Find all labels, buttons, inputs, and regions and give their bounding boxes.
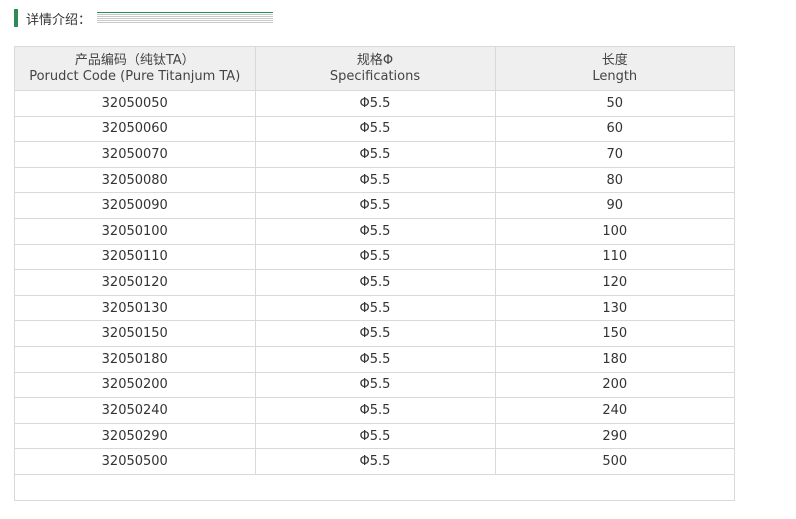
table-row: 32050070 Φ5.5 70 [15,141,734,168]
specification-cell: Φ5.5 [255,397,496,424]
specification-cell: Φ5.5 [255,192,496,219]
length-cell: 90 [495,192,734,219]
table-row: 32050180 Φ5.5 180 [15,346,734,373]
product-code-cell: 32050070 [15,141,256,168]
length-cell: 240 [495,397,734,424]
header-length-en: Length [592,68,638,84]
table-row: 32050090 Φ5.5 90 [15,192,734,219]
specification-cell: Φ5.5 [255,116,496,143]
length-cell: 80 [495,167,734,194]
product-code-cell: 32050100 [15,218,256,245]
table-row: 32050290 Φ5.5 290 [15,423,734,450]
table-row: 32050240 Φ5.5 240 [15,397,734,424]
header-product-code-cn: 产品编码（纯钛TA） [74,52,195,68]
specification-cell: Φ5.5 [255,320,496,347]
page: 详情介绍： 产品编码（纯钛TA） Porudct Code (Pure Tita… [0,0,796,519]
table-empty-row [15,474,734,499]
product-code-cell: 32050120 [15,269,256,296]
length-cell: 50 [495,90,734,117]
section-header: 详情介绍： [14,9,274,28]
section-divider-lines [97,11,274,23]
length-cell: 150 [495,320,734,347]
length-cell: 290 [495,423,734,450]
table-row: 32050100 Φ5.5 100 [15,218,734,245]
specification-cell: Φ5.5 [255,90,496,117]
section-title: 详情介绍： [26,12,92,28]
product-code-cell: 32050200 [15,372,256,399]
table-row: 32050120 Φ5.5 120 [15,269,734,296]
product-code-cell: 32050090 [15,192,256,219]
product-code-cell: 32050080 [15,167,256,194]
table-row: 32050050 Φ5.5 50 [15,90,734,117]
product-code-cell: 32050150 [15,320,256,347]
table-row: 32050150 Φ5.5 150 [15,320,734,347]
product-code-cell: 32050180 [15,346,256,373]
product-code-cell: 32050240 [15,397,256,424]
length-cell: 120 [495,269,734,296]
specification-cell: Φ5.5 [255,448,496,475]
product-code-cell: 32050060 [15,116,256,143]
table-row: 32050080 Φ5.5 80 [15,167,734,194]
specification-cell: Φ5.5 [255,372,496,399]
header-specifications-cn: 规格Φ [356,52,394,68]
empty-cell [15,474,734,499]
product-code-cell: 32050110 [15,244,256,271]
specification-cell: Φ5.5 [255,269,496,296]
product-code-cell: 32050290 [15,423,256,450]
specification-cell: Φ5.5 [255,167,496,194]
specification-cell: Φ5.5 [255,423,496,450]
header-specifications: 规格Φ Specifications [255,47,496,91]
table-row: 32050200 Φ5.5 200 [15,372,734,399]
specification-cell: Φ5.5 [255,346,496,373]
length-cell: 130 [495,295,734,322]
header-specifications-en: Specifications [329,68,421,84]
length-cell: 110 [495,244,734,271]
header-length-cn: 长度 [601,52,628,68]
length-cell: 100 [495,218,734,245]
specification-cell: Φ5.5 [255,244,496,271]
specification-cell: Φ5.5 [255,295,496,322]
length-cell: 60 [495,116,734,143]
header-length: 长度 Length [495,47,734,91]
product-code-cell: 32050130 [15,295,256,322]
table-header-row: 产品编码（纯钛TA） Porudct Code (Pure Titanjum T… [15,47,734,91]
table-row: 32050130 Φ5.5 130 [15,295,734,322]
table-row: 32050110 Φ5.5 110 [15,244,734,271]
specification-cell: Φ5.5 [255,218,496,245]
product-table-container: 产品编码（纯钛TA） Porudct Code (Pure Titanjum T… [14,46,735,501]
table-row: 32050500 Φ5.5 500 [15,448,734,475]
section-marker [14,9,18,27]
table-body: 32050050 Φ5.5 50 32050060 Φ5.5 60 32050070 Φ5.5… [15,90,734,500]
table-row: 32050060 Φ5.5 60 [15,116,734,143]
product-code-cell: 32050050 [15,90,256,117]
header-product-code: 产品编码（纯钛TA） Porudct Code (Pure Titanjum T… [15,47,256,91]
product-spec-table: 产品编码（纯钛TA） Porudct Code (Pure Titanjum T… [15,47,734,500]
length-cell: 500 [495,448,734,475]
specification-cell: Φ5.5 [255,141,496,168]
length-cell: 70 [495,141,734,168]
length-cell: 180 [495,346,734,373]
header-product-code-en: Porudct Code (Pure Titanjum TA) [29,68,241,84]
product-code-cell: 32050500 [15,448,256,475]
length-cell: 200 [495,372,734,399]
